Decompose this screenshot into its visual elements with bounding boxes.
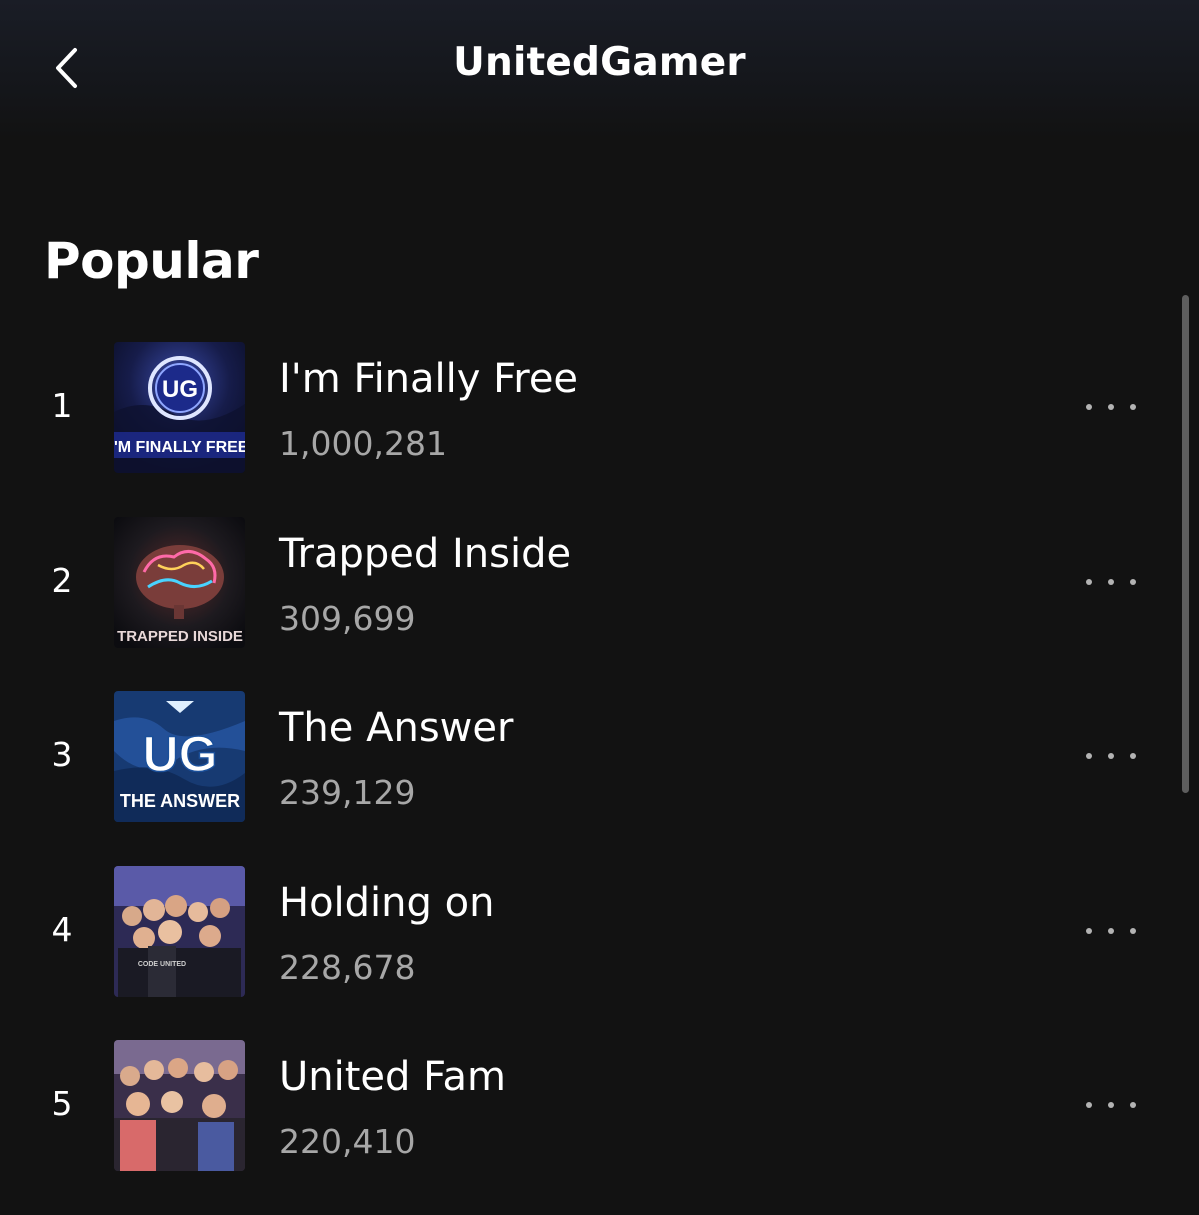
cover-label-text: THE ANSWER (120, 791, 240, 811)
track-cover-art: CODE UNITED (114, 865, 245, 997)
track-cover-art: UG I'M FINALLY FREE (114, 342, 245, 473)
track-play-count: 309,699 (279, 598, 416, 638)
more-options-button[interactable] (1078, 736, 1144, 776)
track-row[interactable]: 5 United Fam 220,410 (0, 1040, 1199, 1215)
track-cover-art: UG THE ANSWER (114, 691, 245, 822)
track-title: Holding on (279, 879, 495, 926)
popular-track-list: 1 UG I'M FINALLY FREE I'm Finally Free 1… (0, 342, 1199, 1215)
top-bar: UnitedGamer (0, 0, 1199, 140)
cover-logo-text: UG (143, 726, 218, 782)
track-rank: 5 (51, 1084, 73, 1123)
track-rank: 1 (51, 386, 73, 425)
track-title: The Answer (279, 705, 514, 751)
more-dots-icon (1086, 404, 1092, 410)
track-play-count: 239,129 (279, 773, 416, 812)
more-options-button[interactable] (1078, 387, 1144, 427)
cover-label-text: TRAPPED INSIDE (117, 628, 243, 645)
track-row[interactable]: 4 CODE UNITED Holding on 228,678 (0, 865, 1199, 1041)
track-rank: 3 (51, 735, 73, 774)
more-dots-icon (1086, 1102, 1092, 1108)
cover-logo-text: UG (162, 376, 198, 403)
track-rank: 2 (51, 560, 73, 600)
track-play-count: 1,000,281 (279, 424, 447, 463)
more-dots-icon (1086, 578, 1092, 585)
cover-label-text: CODE UNITED (138, 961, 186, 968)
more-options-button[interactable] (1078, 562, 1144, 602)
track-cover-art: TRAPPED INSIDE (114, 516, 245, 648)
track-row[interactable]: 3 UG THE ANSWER The Answer 239,129 (0, 691, 1199, 866)
track-title: I'm Finally Free (279, 356, 579, 402)
cover-label-text: I'M FINALLY FREE (114, 439, 245, 456)
section-title-popular: Popular (44, 232, 259, 290)
more-dots-icon (1086, 927, 1092, 934)
more-dots-icon (1086, 753, 1092, 759)
track-row[interactable]: 1 UG I'M FINALLY FREE I'm Finally Free 1… (0, 342, 1199, 517)
track-play-count: 228,678 (279, 947, 416, 987)
track-play-count: 220,410 (279, 1122, 416, 1161)
track-cover-art (114, 1040, 245, 1171)
more-options-button[interactable] (1078, 1085, 1144, 1125)
more-options-button[interactable] (1078, 911, 1144, 951)
track-row[interactable]: 2 TRAPPED INSIDE Trapped Inside 309,699 (0, 516, 1199, 692)
track-title: United Fam (279, 1054, 506, 1100)
artist-title: UnitedGamer (453, 40, 746, 85)
track-rank: 4 (51, 909, 73, 949)
track-title: Trapped Inside (279, 530, 572, 577)
scrollbar[interactable] (1182, 295, 1189, 793)
